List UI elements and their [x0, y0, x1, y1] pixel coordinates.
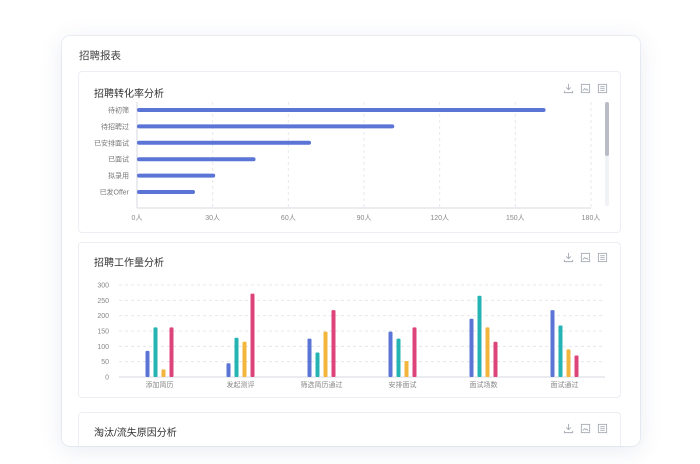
- bar-安排面试-s0: [388, 331, 393, 377]
- bar-面试场数-s2: [485, 327, 490, 377]
- bar-筛选简历通过-s3: [331, 310, 336, 377]
- bar-面试通过-s2: [566, 349, 571, 377]
- scrollbar-thumb[interactable]: [605, 102, 609, 156]
- bar-添加简历-s0: [145, 350, 150, 377]
- bar-待招聘过: [137, 124, 395, 129]
- conversion-bar-chart: 0人 30人 60人 90人 120人 150人 180人 待初筛待招聘过已安排面试已面试拟录…: [94, 102, 601, 222]
- x-tick-label: 150人: [506, 214, 525, 222]
- y-tick-label: 200: [97, 313, 109, 320]
- category-label: 待招聘过: [101, 122, 129, 131]
- x-tick-label: 60人: [281, 214, 296, 222]
- data-view-icon[interactable]: [597, 423, 608, 434]
- bar-发起测评-s3: [250, 293, 255, 377]
- category-label: 面试场数: [470, 380, 498, 389]
- bar-添加简历-s2: [161, 369, 166, 377]
- y-tick-label: 100: [97, 344, 109, 351]
- bar-安排面试-s1: [396, 338, 401, 377]
- y-tick-label: 0: [105, 375, 109, 382]
- x-tick-label: 180人: [582, 214, 601, 222]
- category-label: 发起测评: [227, 380, 255, 389]
- bar-面试通过-s0: [550, 310, 555, 377]
- y-tick-label: 300: [97, 283, 109, 290]
- bar-安排面试-s2: [404, 361, 409, 377]
- category-label: 安排面试: [389, 380, 417, 389]
- workload-card: 招聘工作量分析 0 50 100 150 200 250 300 添加简历 发起测评 筛选简历通过…: [78, 242, 621, 398]
- bar-添加简历-s1: [153, 327, 158, 377]
- bar-发起测评-s0: [226, 363, 231, 377]
- category-label: 已发Offer: [100, 188, 130, 197]
- bar-发起测评-s2: [242, 341, 247, 377]
- category-label: 已安排面试: [94, 138, 129, 147]
- report-panel: 招聘报表 招聘转化率分析 0人 30人 60人 90人 120人 150人 180人 待初筛待…: [62, 36, 640, 446]
- x-tick-label: 30人: [205, 214, 220, 222]
- image-export-icon[interactable]: [580, 423, 591, 434]
- category-label: 添加简历: [146, 380, 174, 389]
- x-tick-label: 0人: [132, 214, 143, 222]
- bar-安排面试-s3: [412, 327, 417, 377]
- x-tick-label: 90人: [357, 214, 372, 222]
- page-title: 招聘报表: [79, 50, 121, 62]
- bar-筛选简历通过-s2: [323, 331, 328, 377]
- category-label: 拟录用: [108, 171, 129, 180]
- bar-发起测评-s1: [234, 337, 239, 377]
- bar-待初筛: [137, 108, 546, 112]
- category-label: 待初筛: [108, 106, 129, 115]
- x-tick-label: 120人: [430, 214, 449, 222]
- workload-bar-chart: 0 50 100 150 200 250 300 添加简历 发起测评 筛选简历通过 安排面试 面试场数…: [97, 283, 605, 389]
- download-icon[interactable]: [563, 423, 574, 434]
- bar-拟录用: [137, 173, 216, 178]
- bar-面试通过-s3: [574, 355, 579, 377]
- y-tick-label: 50: [101, 359, 109, 366]
- bar-已面试: [137, 157, 256, 162]
- loss-card: 淘汰/流失原因分析: [78, 412, 621, 446]
- category-label: 面试通过: [551, 380, 579, 389]
- bar-筛选简历通过-s0: [307, 338, 312, 377]
- bar-面试场数-s0: [469, 318, 474, 377]
- y-tick-label: 150: [97, 329, 109, 336]
- conversion-scrollbar[interactable]: [605, 102, 609, 206]
- bar-已安排面试: [137, 140, 312, 145]
- bar-面试场数-s1: [477, 295, 482, 377]
- bar-面试场数-s3: [493, 341, 498, 377]
- loss-card-title: 淘汰/流失原因分析: [94, 428, 177, 439]
- bar-面试通过-s1: [558, 325, 563, 377]
- bar-筛选简历通过-s1: [315, 352, 320, 377]
- conversion-card: 招聘转化率分析 0人 30人 60人 90人 120人 150人 180人 待初筛 待招聘过 已安…: [78, 71, 621, 233]
- category-label: 已面试: [108, 155, 129, 164]
- bar-已发Offer: [137, 190, 196, 194]
- bar-添加简历-s3: [169, 327, 174, 377]
- category-label: 筛选简历通过: [301, 380, 343, 389]
- loss-toolbar: [563, 423, 608, 434]
- y-tick-label: 250: [97, 298, 109, 305]
